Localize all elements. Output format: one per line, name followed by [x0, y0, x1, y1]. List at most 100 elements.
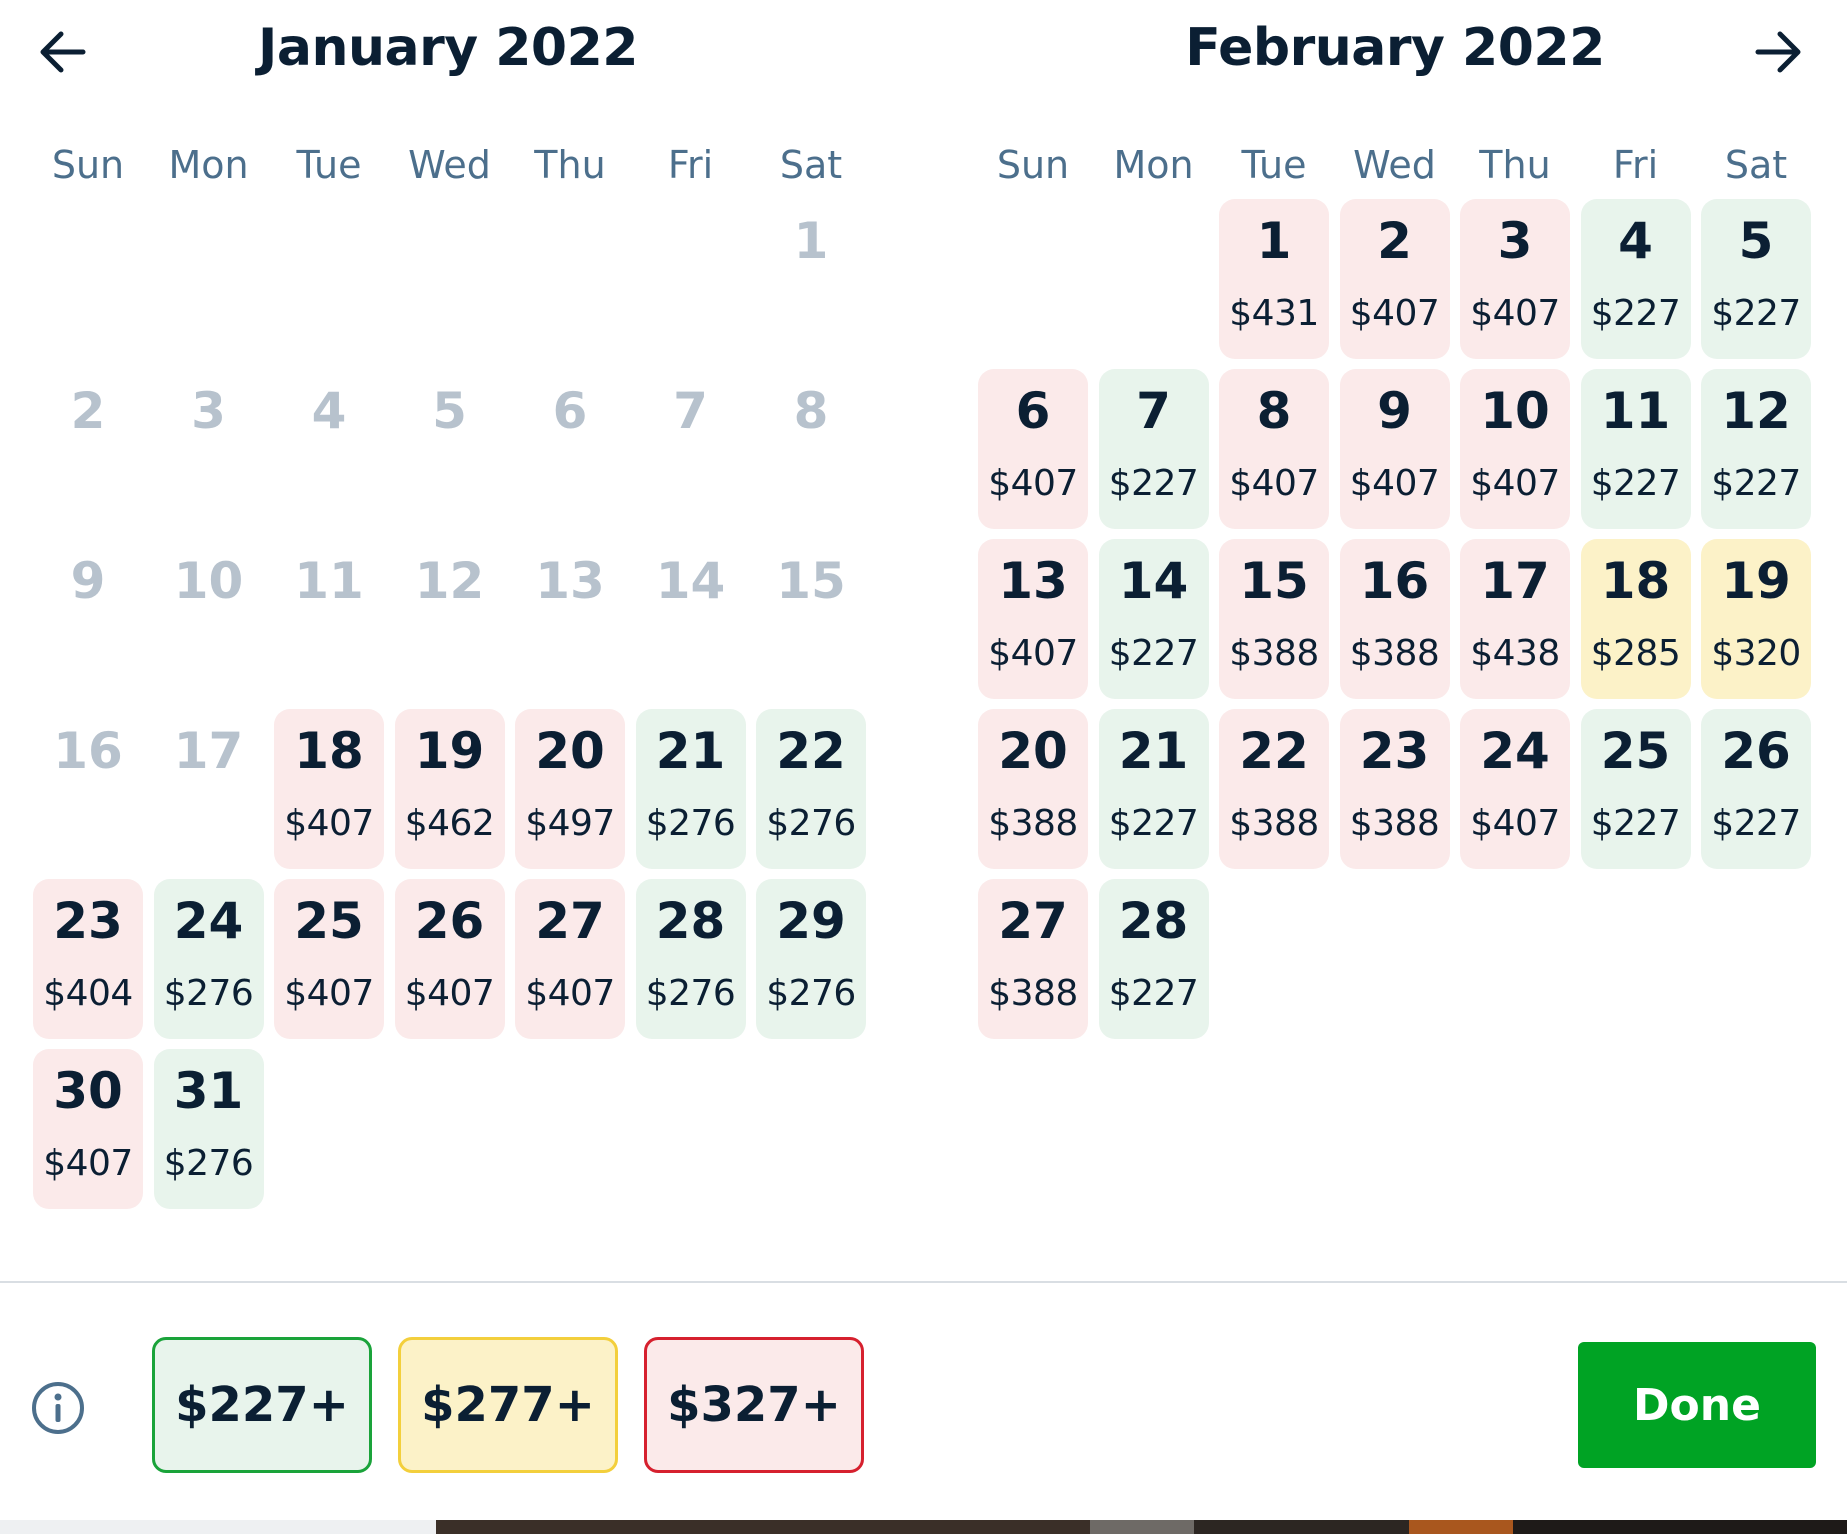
day-number: 22	[1239, 722, 1309, 780]
day-number: 19	[1721, 552, 1791, 610]
day-price: $227	[1711, 463, 1801, 504]
day-cell-february-6[interactable]: 6 $407	[978, 369, 1088, 529]
day-cell-february-3[interactable]: 3 $407	[1460, 199, 1570, 359]
day-price: $388	[1229, 633, 1319, 674]
day-number: 18	[1600, 552, 1671, 610]
day-price: $407	[1229, 463, 1319, 504]
day-cell-february-7[interactable]: 7 $227	[1098, 369, 1209, 529]
day-cell-january-29[interactable]: 29 $276	[756, 879, 866, 1039]
day-cell-february-24[interactable]: 24 $407	[1460, 709, 1570, 869]
day-price: $407	[988, 463, 1078, 504]
day-price: $227	[1108, 463, 1199, 504]
day-cell-february-8[interactable]: 8 $407	[1219, 369, 1329, 529]
day-cell-january-22[interactable]: 22 $276	[756, 709, 866, 869]
legend-chip-low-price[interactable]: $227+	[152, 1337, 372, 1473]
day-cell-january-18[interactable]: 18 $407	[274, 709, 384, 869]
day-cell-january-1: 1	[756, 199, 866, 359]
day-number: 1	[1256, 212, 1292, 270]
day-number: 9	[1377, 382, 1412, 440]
day-cell-february-4[interactable]: 4 $227	[1580, 199, 1691, 359]
day-cell-january-21[interactable]: 21 $276	[635, 709, 746, 869]
day-number: 3	[191, 382, 226, 440]
day-cell-february-28[interactable]: 28 $227	[1098, 879, 1209, 1039]
day-number: 16	[1359, 552, 1430, 610]
day-number: 24	[173, 892, 244, 950]
day-cell-february-22[interactable]: 22 $388	[1219, 709, 1329, 869]
day-cell-january-27[interactable]: 27 $407	[515, 879, 625, 1039]
done-button[interactable]: Done	[1578, 1342, 1816, 1468]
day-price: $227	[1590, 463, 1681, 504]
legend-chip-mid-price[interactable]: $277+	[398, 1337, 618, 1473]
day-cell-january-3: 3	[154, 369, 264, 529]
day-cell-january-31[interactable]: 31 $276	[153, 1049, 264, 1209]
weekday-january-thu: Thu	[534, 143, 606, 187]
day-cell-february-15[interactable]: 15 $388	[1219, 539, 1329, 699]
day-number: 6	[1015, 382, 1051, 440]
day-price: $404	[43, 973, 133, 1014]
day-cell-january-28[interactable]: 28 $276	[635, 879, 746, 1039]
day-price: $227	[1108, 803, 1199, 844]
day-cell-february-19[interactable]: 19 $320	[1701, 539, 1811, 699]
day-price: $407	[284, 803, 374, 844]
day-cell-february-10[interactable]: 10 $407	[1460, 369, 1570, 529]
day-number: 29	[776, 892, 846, 950]
day-cell-january-19[interactable]: 19 $462	[394, 709, 505, 869]
day-number: 14	[655, 552, 726, 610]
info-icon[interactable]	[30, 1380, 86, 1436]
day-cell-february-5[interactable]: 5 $227	[1701, 199, 1811, 359]
day-cell-february-16[interactable]: 16 $388	[1339, 539, 1450, 699]
day-cell-february-27[interactable]: 27 $388	[978, 879, 1088, 1039]
day-cell-february-14[interactable]: 14 $227	[1098, 539, 1209, 699]
weekday-january-wed: Wed	[408, 143, 491, 187]
day-cell-january-30[interactable]: 30 $407	[33, 1049, 143, 1209]
day-price: $407	[1349, 463, 1440, 504]
day-cell-february-20[interactable]: 20 $388	[978, 709, 1088, 869]
day-price: $227	[1108, 633, 1199, 674]
weekday-february-wed: Wed	[1353, 143, 1436, 187]
day-number: 8	[793, 382, 829, 440]
day-cell-february-21[interactable]: 21 $227	[1098, 709, 1209, 869]
weekday-january-sun: Sun	[51, 143, 125, 187]
legend-chip-high-price[interactable]: $327+	[644, 1337, 864, 1473]
day-price: $276	[163, 1143, 254, 1184]
day-cell-january-25[interactable]: 25 $407	[274, 879, 384, 1039]
day-number: 1	[793, 212, 829, 270]
day-cell-january-11: 11	[274, 539, 384, 699]
day-cell-february-12[interactable]: 12 $227	[1701, 369, 1811, 529]
month-title-january: January 2022	[258, 18, 638, 78]
day-number: 12	[1721, 382, 1791, 440]
day-cell-january-6: 6	[515, 369, 625, 529]
day-cell-february-13[interactable]: 13 $407	[978, 539, 1088, 699]
day-cell-january-20[interactable]: 20 $497	[515, 709, 625, 869]
day-number: 25	[294, 892, 364, 950]
day-cell-february-18[interactable]: 18 $285	[1580, 539, 1691, 699]
day-number: 19	[414, 722, 485, 780]
day-number: 28	[1118, 892, 1189, 950]
day-cell-february-11[interactable]: 11 $227	[1580, 369, 1691, 529]
day-number: 7	[1136, 382, 1171, 440]
day-number: 27	[998, 892, 1068, 950]
day-number: 10	[173, 552, 244, 610]
day-number: 2	[1377, 212, 1412, 270]
day-cell-january-24[interactable]: 24 $276	[153, 879, 264, 1039]
day-cell-february-1[interactable]: 1 $431	[1219, 199, 1329, 359]
day-price: $227	[1590, 293, 1681, 334]
day-number: 18	[294, 722, 364, 780]
day-number: 17	[1480, 552, 1550, 610]
day-number: 20	[535, 722, 605, 780]
day-cell-february-2[interactable]: 2 $407	[1339, 199, 1450, 359]
day-cell-february-9[interactable]: 9 $407	[1339, 369, 1450, 529]
day-price: $276	[645, 803, 736, 844]
day-price: $431	[1229, 293, 1319, 334]
day-cell-january-4: 4	[274, 369, 384, 529]
day-cell-january-16: 16	[33, 709, 143, 869]
day-cell-february-25[interactable]: 25 $227	[1580, 709, 1691, 869]
day-cell-january-23[interactable]: 23 $404	[33, 879, 143, 1039]
day-cell-january-26[interactable]: 26 $407	[394, 879, 505, 1039]
arrow-right-icon[interactable]	[1748, 22, 1808, 82]
weekday-february-tue: Tue	[1241, 143, 1307, 187]
day-cell-february-26[interactable]: 26 $227	[1701, 709, 1811, 869]
day-cell-february-17[interactable]: 17 $438	[1460, 539, 1570, 699]
day-cell-february-23[interactable]: 23 $388	[1339, 709, 1450, 869]
day-number: 24	[1480, 722, 1550, 780]
